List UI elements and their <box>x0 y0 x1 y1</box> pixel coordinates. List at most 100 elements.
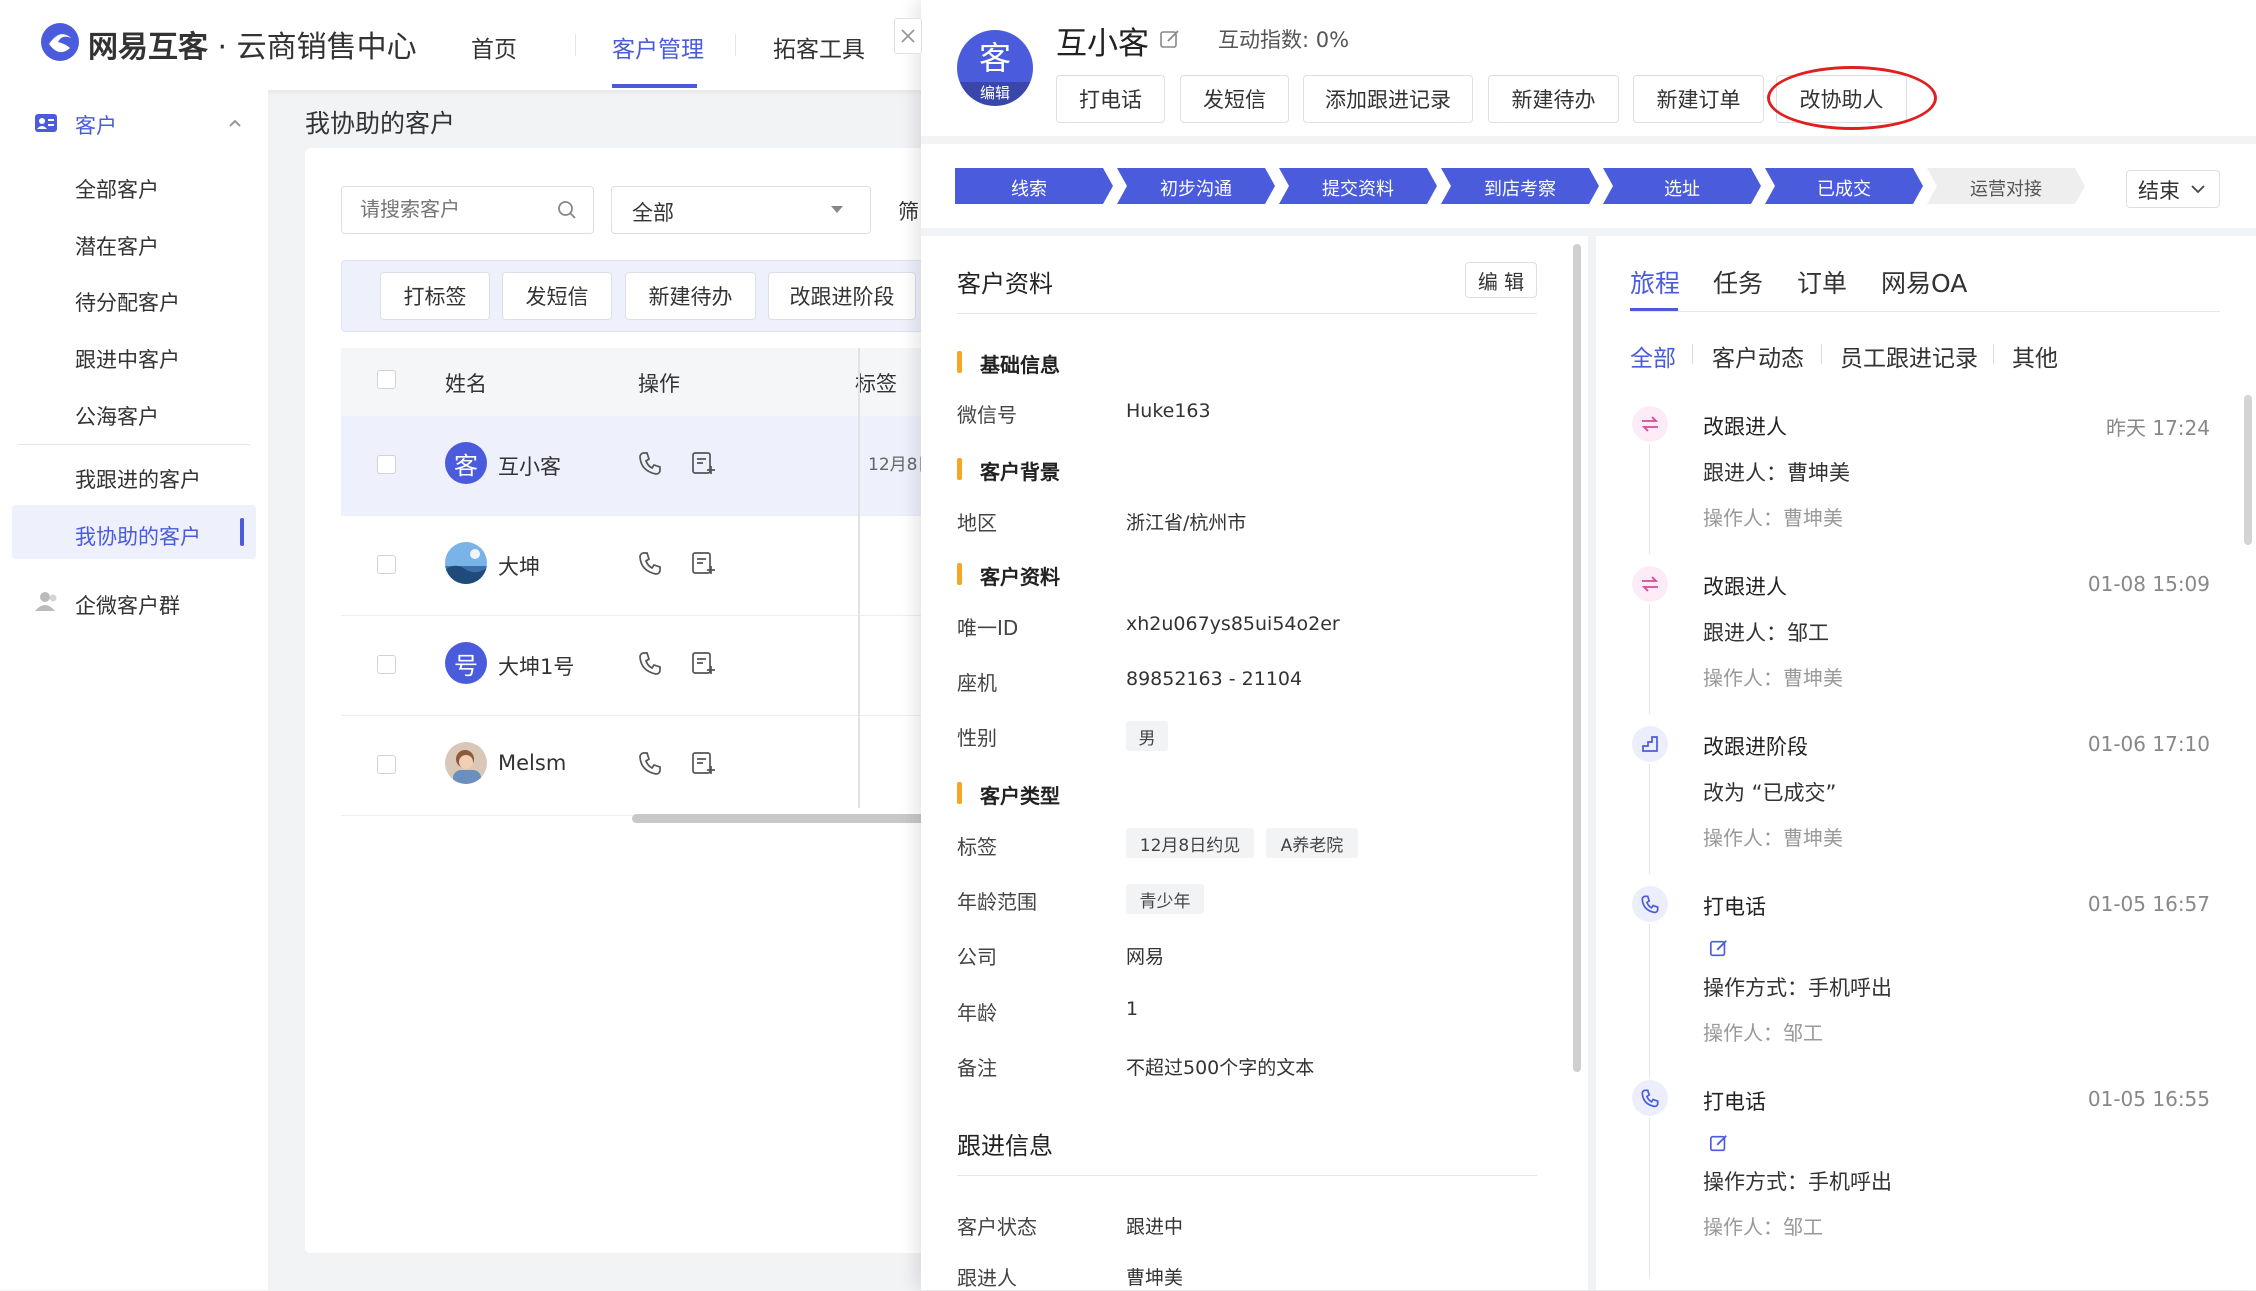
customer-avatar[interactable]: 客 编辑 <box>957 30 1033 106</box>
row-checkbox[interactable] <box>377 655 396 674</box>
contact-card-icon <box>34 113 58 133</box>
tab-journey[interactable]: 旅程 <box>1630 264 1680 300</box>
sidebar-group-customer[interactable]: 客户 <box>75 110 117 140</box>
stage-label[interactable]: 提交资料 <box>1289 175 1427 201</box>
field-label-unique-id: 唯一ID <box>957 616 1019 640</box>
note-edit-icon[interactable] <box>690 550 716 576</box>
stage-label[interactable]: 已成交 <box>1775 175 1913 201</box>
row-checkbox[interactable] <box>377 755 396 774</box>
subtab-customer-activity[interactable]: 客户动态 <box>1712 339 1804 373</box>
customer-name[interactable]: 大坤 <box>498 551 540 581</box>
subtab-all[interactable]: 全部 <box>1630 339 1676 373</box>
edit-icon[interactable] <box>1709 938 1729 958</box>
phone-icon[interactable] <box>637 550 663 576</box>
section-marker <box>957 782 962 804</box>
note-edit-icon[interactable] <box>690 750 716 776</box>
phone-icon <box>1632 1080 1668 1116</box>
row-checkbox[interactable] <box>377 555 396 574</box>
close-icon[interactable] <box>894 18 922 54</box>
stage-label[interactable]: 选址 <box>1613 175 1751 201</box>
phone-icon[interactable] <box>637 650 663 676</box>
nav-customer-management[interactable]: 客户管理 <box>612 30 704 64</box>
sidebar-item-public-customers[interactable]: 公海客户 <box>75 401 159 431</box>
call-button[interactable]: 打电话 <box>1056 75 1165 123</box>
search-icon[interactable] <box>557 200 577 220</box>
avatar: 客 <box>445 442 487 484</box>
horizontal-scrollbar[interactable] <box>632 814 952 823</box>
note-edit-icon[interactable] <box>690 650 716 676</box>
timeline-operator: 操作人：曹坤美 <box>1703 666 1843 690</box>
highlight-annotation <box>1767 66 1937 130</box>
field-label-company: 公司 <box>957 945 997 969</box>
subtab-other[interactable]: 其他 <box>2012 339 2058 373</box>
send-sms-button[interactable]: 发短信 <box>1180 75 1289 123</box>
send-sms-button[interactable]: 发短信 <box>502 272 612 320</box>
timeline-operator: 操作人：曹坤美 <box>1703 826 1843 850</box>
field-label-remark: 备注 <box>957 1056 997 1080</box>
follow-info-title: 跟进信息 <box>957 1132 1053 1160</box>
chevron-up-icon[interactable] <box>228 118 242 128</box>
sidebar-active-bar <box>240 518 244 546</box>
filter-button[interactable]: 筛 <box>898 196 919 226</box>
search-input[interactable] <box>342 187 560 231</box>
select-all-checkbox[interactable] <box>377 370 396 389</box>
subtab-staff-records[interactable]: 员工跟进记录 <box>1840 339 1978 373</box>
field-value-follower: 曹坤美 <box>1126 1267 1184 1289</box>
sidebar-item-all-customers[interactable]: 全部客户 <box>75 174 159 204</box>
new-todo-button[interactable]: 新建待办 <box>1488 75 1619 123</box>
sidebar-item-wecom-groups[interactable]: 企微客户群 <box>75 590 180 620</box>
section-marker <box>957 563 962 585</box>
timeline-detail: 操作方式：手机呼出 <box>1703 1170 1892 1194</box>
customer-name[interactable]: 大坤1号 <box>498 651 574 681</box>
timeline-detail: 操作方式：手机呼出 <box>1703 976 1892 1000</box>
edit-icon[interactable] <box>1159 28 1181 50</box>
nav-lead-tools[interactable]: 拓客工具 <box>773 30 865 64</box>
section-marker <box>957 351 962 373</box>
customer-name[interactable]: 互小客 <box>498 451 561 481</box>
timeline-connector <box>1649 444 1650 554</box>
tab-orders[interactable]: 订单 <box>1797 264 1847 300</box>
logo-icon[interactable] <box>40 22 80 62</box>
nav-home[interactable]: 首页 <box>471 30 517 64</box>
sidebar-divider <box>18 444 250 445</box>
change-stage-button[interactable]: 改跟进阶段 <box>768 272 916 320</box>
edit-icon[interactable] <box>1709 1133 1729 1153</box>
customer-name[interactable]: Melsm <box>498 751 566 775</box>
phone-icon[interactable] <box>637 450 663 476</box>
sidebar-item-potential-customers[interactable]: 潜在客户 <box>75 231 159 261</box>
profile-scrollbar[interactable] <box>1573 244 1581 1072</box>
sidebar-item-my-followed[interactable]: 我跟进的客户 <box>75 464 201 494</box>
edit-profile-button[interactable]: 编 辑 <box>1465 262 1537 298</box>
add-follow-record-button[interactable]: 添加跟进记录 <box>1303 75 1473 123</box>
sidebar-item-following-customers[interactable]: 跟进中客户 <box>75 344 180 374</box>
stage-label[interactable]: 运营对接 <box>1937 175 2075 201</box>
timeline-title: 改跟进人 <box>1703 415 1787 439</box>
avatar-initial: 客 <box>978 39 1011 77</box>
new-todo-button[interactable]: 新建待办 <box>625 272 756 320</box>
avatar-edit-label[interactable]: 编辑 <box>957 82 1033 106</box>
page-title: 我协助的客户 <box>305 109 456 138</box>
field-value-status: 跟进中 <box>1126 1216 1184 1238</box>
tag-button[interactable]: 打标签 <box>380 272 490 320</box>
avatar <box>445 742 487 784</box>
tab-netease-oa[interactable]: 网易OA <box>1881 264 1967 300</box>
section-marker <box>957 458 962 480</box>
field-value-wechat: Huke163 <box>1126 400 1211 422</box>
phone-icon[interactable] <box>637 750 663 776</box>
timeline-connector <box>1649 1118 1650 1278</box>
field-value-landline: 89852163 - 21104 <box>1126 668 1303 690</box>
timeline-operator: 操作人：曹坤美 <box>1703 506 1843 530</box>
tag-chip: 12月8日约见 <box>1126 828 1254 858</box>
sidebar-item-unassigned-customers[interactable]: 待分配客户 <box>75 287 180 317</box>
stage-label[interactable]: 初步沟通 <box>1127 175 1265 201</box>
row-checkbox[interactable] <box>377 455 396 474</box>
tab-tasks[interactable]: 任务 <box>1713 264 1763 300</box>
stage-label[interactable]: 到店考察 <box>1451 175 1589 201</box>
new-order-button[interactable]: 新建订单 <box>1633 75 1764 123</box>
sidebar-item-my-assisted[interactable]: 我协助的客户 <box>75 521 201 551</box>
column-header-name: 姓名 <box>445 372 487 396</box>
stage-label[interactable]: 线索 <box>955 175 1103 201</box>
timeline-scrollbar[interactable] <box>2244 395 2252 545</box>
timeline-connector <box>1649 604 1650 714</box>
note-edit-icon[interactable] <box>690 450 716 476</box>
